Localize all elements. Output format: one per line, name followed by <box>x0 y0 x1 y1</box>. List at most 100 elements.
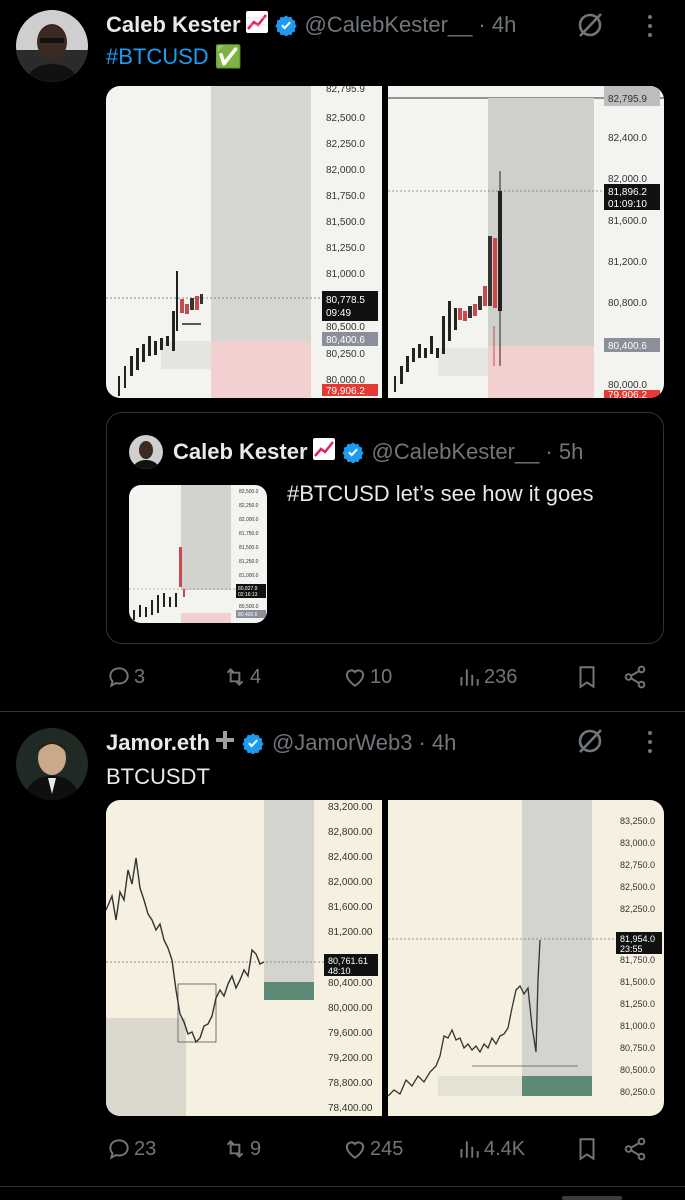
target-price-label: 80,400.6 <box>238 612 258 618</box>
current-price-label: 81,954.0 <box>620 934 655 944</box>
views-icon <box>460 1141 479 1158</box>
price-label: 79,200.00 <box>328 1053 373 1064</box>
quoted-author-handle: @CalebKester__ <box>371 439 540 464</box>
chart-image-right[interactable]: 83,250.0 83,000.0 82,750.0 82,500.0 82,2… <box>388 800 664 1116</box>
price-label: 82,250.0 <box>326 139 365 150</box>
price-label: 82,000.0 <box>608 174 647 185</box>
post-divider <box>0 1186 685 1187</box>
post-2[interactable]: Jamor.eth @JamorWeb3 · 4h BTCUSDT 83,200… <box>0 712 685 1182</box>
countdown-label: 23:55 <box>620 944 643 954</box>
price-label: 81,000.0 <box>620 1021 655 1031</box>
like-count: 245 <box>370 1137 404 1160</box>
target-price-label: 80,400.6 <box>326 335 365 346</box>
price-label: 81,500.0 <box>326 217 365 228</box>
price-label: 82,500.0 <box>326 113 365 124</box>
repost-button[interactable]: 9 <box>222 1134 261 1164</box>
repost-count: 4 <box>250 665 262 688</box>
share-icon <box>624 1137 646 1161</box>
chart-increasing-emoji <box>312 437 336 467</box>
price-label: 81,200.0 <box>608 257 647 268</box>
share-button[interactable] <box>622 662 650 692</box>
post-media[interactable]: 82,795.9 82,500.0 82,250.0 82,000.0 81,7… <box>106 86 664 398</box>
more-options-icon[interactable] <box>643 728 657 758</box>
avatar[interactable] <box>16 10 88 82</box>
price-label: 83,250.0 <box>620 816 655 826</box>
price-label: 80,750.0 <box>620 1043 655 1053</box>
price-label: 83,000.0 <box>620 838 655 848</box>
grok-icon[interactable] <box>575 10 605 40</box>
share-icon <box>624 665 646 689</box>
grok-icon[interactable] <box>575 726 605 756</box>
post-time[interactable]: · 4h <box>418 730 456 756</box>
stop-price-label: 79,906.2 <box>608 390 647 398</box>
post-1[interactable]: Caleb Kester @CalebKester__ · 4h #BTCUSD… <box>0 0 685 710</box>
post-media[interactable]: 83,200.00 82,800.00 82,400.00 82,000.00 … <box>106 800 664 1116</box>
reply-button[interactable]: 23 <box>106 1134 156 1164</box>
like-button[interactable]: 245 <box>342 1134 403 1164</box>
quoted-author-name: Caleb Kester <box>173 439 308 464</box>
price-label: 81,750.0 <box>239 531 259 537</box>
quoted-post-text: #BTCUSD let’s see how it goes <box>287 481 594 506</box>
more-options-icon[interactable] <box>643 12 657 42</box>
price-label: 81,500.0 <box>620 977 655 987</box>
price-label: 78,800.00 <box>328 1078 373 1089</box>
post-actions: 3 4 10 236 <box>106 662 664 692</box>
bookmark-button[interactable] <box>574 1134 602 1164</box>
heart-icon <box>345 1141 365 1159</box>
views-button[interactable]: 4.4K <box>456 1134 525 1164</box>
reply-button[interactable]: 3 <box>106 662 145 692</box>
price-label: 82,795.9 <box>608 94 647 105</box>
current-price-label: 80,778.5 <box>326 295 365 306</box>
price-label: 80,400.00 <box>328 978 373 989</box>
post-actions: 23 9 245 4.4K <box>106 1134 664 1164</box>
bookmark-icon <box>579 666 595 689</box>
author-handle[interactable]: @CalebKester__ <box>305 12 473 38</box>
quoted-post[interactable]: Caleb Kester @CalebKester__ · 5h 82,500.… <box>106 412 664 644</box>
reply-icon <box>109 1139 129 1160</box>
views-icon <box>460 669 479 686</box>
price-label: 81,250.0 <box>620 999 655 1009</box>
price-label: 82,750.0 <box>620 860 655 870</box>
author-name[interactable]: Caleb Kester <box>106 12 241 38</box>
like-count: 10 <box>370 665 393 688</box>
current-price-label: 81,896.2 <box>608 187 647 198</box>
view-count: 4.4K <box>484 1137 526 1160</box>
price-label: 81,250.0 <box>239 559 259 565</box>
price-label: 82,250.0 <box>239 503 259 509</box>
heart-icon <box>345 669 365 687</box>
reply-count: 23 <box>134 1137 157 1160</box>
post-text[interactable]: BTCUSDT <box>106 764 210 790</box>
author-name[interactable]: Jamor.eth <box>106 730 210 756</box>
countdown-label: 09:49 <box>326 308 351 319</box>
price-label: 80,500.0 <box>239 604 259 610</box>
price-label: 81,750.0 <box>326 191 365 202</box>
price-label: 81,000.0 <box>326 269 365 280</box>
avatar[interactable] <box>16 728 88 800</box>
quoted-chart-thumbnail[interactable]: 82,500.0 82,250.0 82,000.0 81,750.0 81,5… <box>129 485 267 623</box>
chart-image-right[interactable]: 82,795.9 82,400.0 82,000.0 81,896.2 01:0… <box>388 86 664 398</box>
price-label: 82,000.00 <box>328 877 373 888</box>
share-button[interactable] <box>622 1134 650 1164</box>
current-price-label: 80,761.61 <box>328 956 368 966</box>
like-button[interactable]: 10 <box>342 662 392 692</box>
price-label: 81,600.0 <box>608 216 647 227</box>
author-handle[interactable]: @JamorWeb3 <box>272 730 413 756</box>
chart-image-left[interactable]: 82,795.9 82,500.0 82,250.0 82,000.0 81,7… <box>106 86 382 398</box>
post-time[interactable]: · 4h <box>478 12 516 38</box>
price-label: 81,200.00 <box>328 927 373 938</box>
verified-badge-icon <box>341 442 364 463</box>
price-label: 82,500.0 <box>239 489 259 495</box>
price-label: 80,000.00 <box>328 1003 373 1014</box>
quoted-post-time: · 5h <box>545 439 584 464</box>
bookmark-button[interactable] <box>574 662 602 692</box>
repost-icon <box>226 668 244 686</box>
price-label: 82,400.0 <box>608 133 647 144</box>
chart-image-left[interactable]: 83,200.00 82,800.00 82,400.00 82,000.00 … <box>106 800 382 1116</box>
repost-button[interactable]: 4 <box>222 662 261 692</box>
views-button[interactable]: 236 <box>456 662 517 692</box>
price-label: 82,800.00 <box>328 827 373 838</box>
quoted-avatar[interactable] <box>129 435 163 469</box>
price-label: 81,000.0 <box>239 573 259 579</box>
price-label: 82,250.0 <box>620 904 655 914</box>
post-text[interactable]: #BTCUSD ✅ <box>106 44 242 70</box>
